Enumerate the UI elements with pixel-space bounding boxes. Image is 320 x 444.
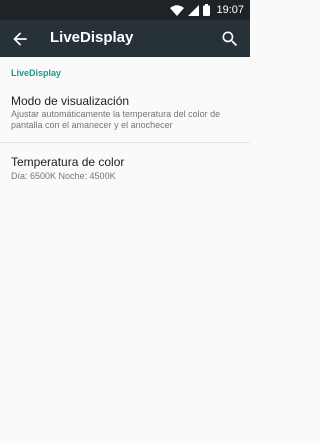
battery-icon (203, 4, 211, 16)
pref-display-mode[interactable]: Modo de visualización Ajustar automática… (0, 86, 250, 142)
pref-color-temperature[interactable]: Temperatura de color Día: 6500K Noche: 4… (0, 143, 250, 187)
pref-display-mode-title: Modo de visualización (11, 94, 130, 108)
pref-color-temperature-title: Temperatura de color (11, 155, 125, 169)
search-icon[interactable] (220, 29, 240, 49)
signal-icon (188, 4, 200, 16)
pref-color-temperature-summary: Día: 6500K Noche: 4500K (11, 171, 116, 181)
toolbar: LiveDisplay (0, 20, 250, 57)
wifi-icon (170, 4, 185, 16)
status-bar: 19:07 (0, 0, 250, 20)
arrow-back-icon[interactable] (10, 29, 30, 49)
category-header: LiveDisplay (11, 68, 62, 78)
status-time: 19:07 (216, 4, 244, 16)
pref-display-mode-summary: Ajustar automáticamente la temperatura d… (11, 109, 221, 130)
status-icons: 19:07 (170, 3, 244, 17)
page-title: LiveDisplay (50, 29, 134, 46)
